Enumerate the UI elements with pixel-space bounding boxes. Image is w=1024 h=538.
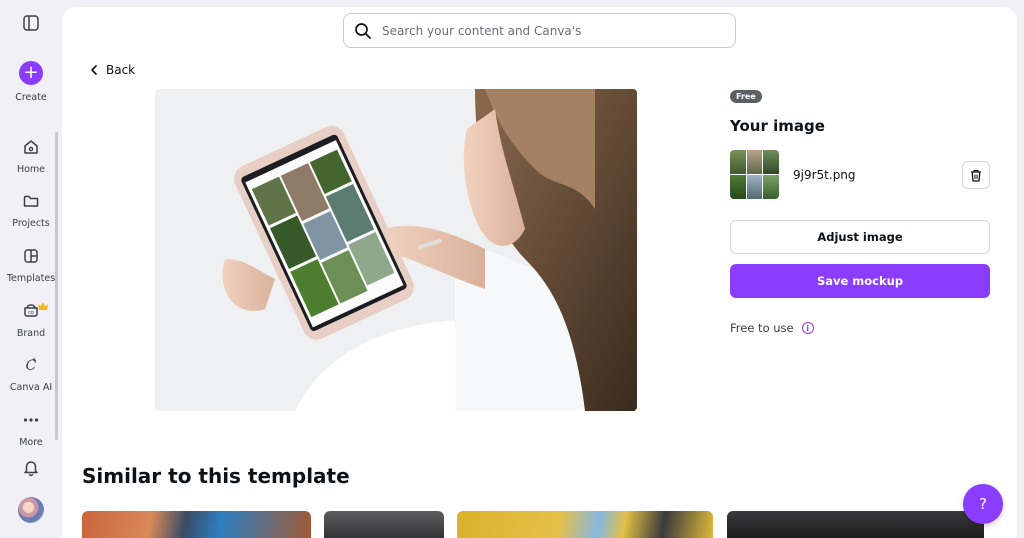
similar-template-card[interactable] [82,511,311,538]
free-badge: Free [730,90,762,103]
sidebar-scrollbar[interactable] [55,132,58,440]
help-button[interactable]: ? [963,484,1003,524]
free-to-use-note: Free to use i [730,321,814,335]
trash-icon [971,169,981,182]
info-icon[interactable]: i [801,322,814,334]
sidebar-item-brand[interactable]: Brand [0,328,62,339]
free-to-use-label: Free to use [730,321,794,335]
uploaded-image-thumbnail [730,150,779,199]
search-icon [355,22,371,39]
sidebar-item-projects[interactable]: Projects [0,218,62,229]
similar-template-card[interactable] [727,511,984,538]
create-button[interactable]: + [19,61,43,85]
canva-ai-icon[interactable]: C [21,355,41,375]
save-mockup-button[interactable]: Save mockup [730,264,990,298]
adjust-image-button[interactable]: Adjust image [730,220,990,254]
svg-text:C: C [26,358,37,374]
crown-icon [38,295,48,310]
sidebar-item-more[interactable]: More [0,437,62,448]
search-input[interactable] [382,23,735,38]
create-label: Create [15,92,47,103]
search-bar[interactable] [343,13,736,48]
delete-image-button[interactable] [962,161,990,189]
home-icon[interactable] [21,137,41,157]
similar-template-card[interactable] [324,511,444,538]
plus-icon: + [23,62,39,83]
chevron-left-icon [91,65,97,75]
left-rail: + Create Home Projects Templates co Bran… [0,0,62,538]
mockup-preview-image [155,89,637,411]
back-label: Back [106,63,136,77]
sidebar-item-home[interactable]: Home [0,164,62,175]
back-link[interactable]: Back [90,63,135,77]
folder-icon[interactable] [21,191,41,211]
sidebar-item-canva-ai[interactable]: Canva AI [0,382,62,393]
similar-templates-heading: Similar to this template [82,464,350,488]
sidebar-toggle-icon[interactable] [22,14,40,32]
similar-template-card[interactable] [457,511,713,538]
svg-text:co: co [28,310,34,316]
sidebar-item-templates[interactable]: Templates [0,273,62,284]
avatar[interactable] [18,497,44,523]
your-image-heading: Your image [730,117,825,135]
more-icon[interactable] [21,410,41,430]
bell-icon[interactable] [21,457,41,477]
templates-icon[interactable] [21,246,41,266]
uploaded-filename: 9j9r5t.png [793,168,856,182]
